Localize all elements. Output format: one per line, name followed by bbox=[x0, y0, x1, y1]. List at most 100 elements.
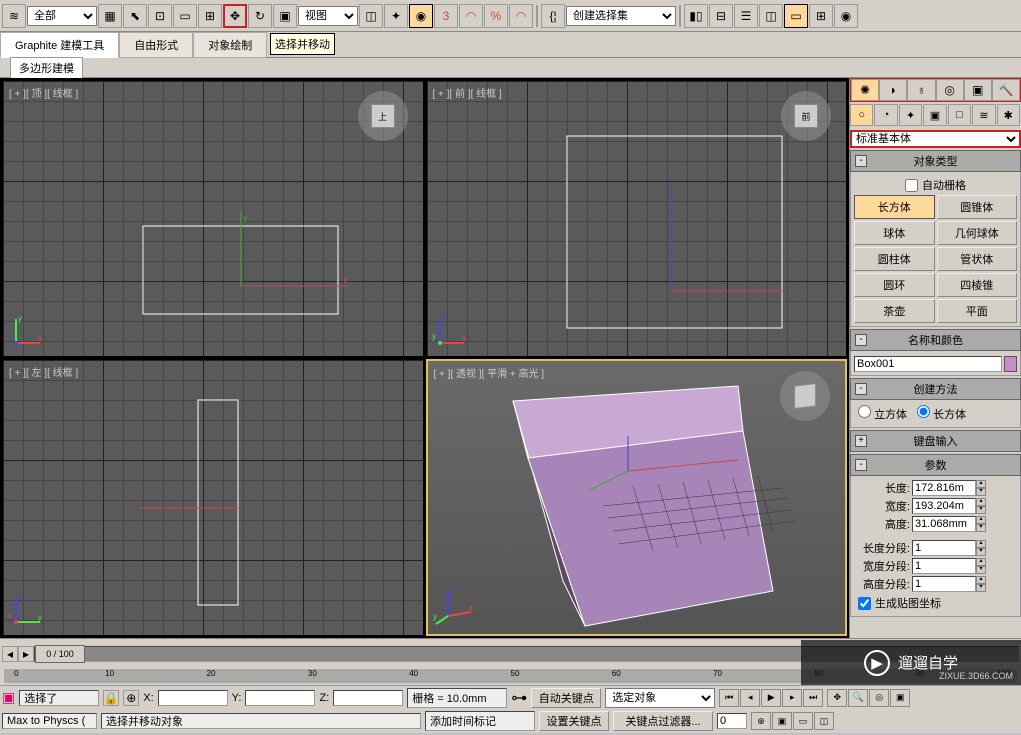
prev-frame-icon[interactable]: ◂ bbox=[740, 689, 760, 707]
geometry-category-dropdown[interactable]: 标准基本体 bbox=[850, 130, 1021, 148]
spinner-snap-icon[interactable]: % bbox=[484, 4, 508, 28]
hseg-spinner[interactable]: ▴▾ bbox=[976, 576, 986, 592]
viewport-top[interactable]: [ + ][ 顶 ][ 线框 ] 上 y x y x z bbox=[2, 80, 424, 357]
object-name-input[interactable] bbox=[854, 356, 1002, 372]
edged-faces-icon[interactable]: ◠ bbox=[509, 4, 533, 28]
shapes-subtab[interactable]: ◔ bbox=[874, 104, 897, 126]
select-scale-button[interactable]: ▣ bbox=[273, 4, 297, 28]
pivot-icon[interactable]: ◫ bbox=[359, 4, 383, 28]
layers-icon[interactable]: ☰ bbox=[734, 4, 758, 28]
viewport-perspective[interactable]: [ + ][ 透视 ][ 平滑 + 高光 ] bbox=[426, 359, 848, 636]
wseg-input[interactable] bbox=[912, 558, 976, 574]
width-spinner[interactable]: ▴▾ bbox=[976, 498, 986, 514]
pan-icon[interactable]: ✥ bbox=[827, 689, 847, 707]
cube-radio-label[interactable]: 立方体 bbox=[858, 405, 907, 422]
hseg-input[interactable] bbox=[912, 576, 976, 592]
viewport-left-label[interactable]: [ + ][ 左 ][ 线框 ] bbox=[9, 364, 78, 379]
viewport-front[interactable]: [ + ][ 前 ][ 线框 ] 前 z x y bbox=[426, 80, 848, 357]
zoom-icon[interactable]: 🔍 bbox=[848, 689, 868, 707]
view-cube-top[interactable]: 上 bbox=[358, 91, 408, 141]
cameras-subtab[interactable]: ▣ bbox=[923, 104, 946, 126]
tab-freeform[interactable]: 自由形式 bbox=[119, 32, 193, 58]
undo-redo-icon[interactable]: ≋ bbox=[2, 4, 26, 28]
width-input[interactable] bbox=[912, 498, 976, 514]
plane-button[interactable]: 平面 bbox=[937, 299, 1018, 323]
length-spinner[interactable]: ▴▾ bbox=[976, 480, 986, 496]
key-target-dropdown[interactable]: 选定对象 bbox=[605, 688, 715, 708]
keyboard-entry-header[interactable]: +键盘输入 bbox=[850, 430, 1021, 452]
manipulate-icon[interactable]: ✦ bbox=[384, 4, 408, 28]
schematic-view-icon[interactable]: ⊞ bbox=[809, 4, 833, 28]
motion-tab[interactable]: ◎ bbox=[936, 79, 964, 101]
length-input[interactable] bbox=[912, 480, 976, 496]
add-time-tag[interactable]: 添加时间标记 bbox=[425, 711, 535, 731]
auto-grid-checkbox[interactable] bbox=[905, 179, 918, 192]
x-input[interactable] bbox=[158, 690, 228, 706]
percent-snap-icon[interactable]: ◠ bbox=[459, 4, 483, 28]
curve-editor-icon[interactable]: ▭ bbox=[784, 4, 808, 28]
current-frame-input[interactable] bbox=[717, 713, 747, 729]
snap-toggle-button[interactable]: ◉ bbox=[409, 4, 433, 28]
gen-coords-checkbox[interactable] bbox=[858, 597, 871, 610]
ref-coord-dropdown[interactable]: 视图 bbox=[298, 6, 358, 26]
object-type-header[interactable]: -对象类型 bbox=[850, 150, 1021, 172]
sphere-button[interactable]: 球体 bbox=[854, 221, 935, 245]
zoom-ext-icon[interactable]: ▣ bbox=[772, 712, 792, 730]
helpers-subtab[interactable]: □ bbox=[948, 104, 971, 126]
material-editor-icon[interactable]: ◉ bbox=[834, 4, 858, 28]
time-slider-handle[interactable]: 0 / 100 bbox=[35, 645, 85, 663]
name-color-header[interactable]: -名称和颜色 bbox=[850, 329, 1021, 351]
modify-tab[interactable]: ◗ bbox=[879, 79, 907, 101]
window-cross-icon[interactable]: ⊞ bbox=[198, 4, 222, 28]
select-name-icon[interactable]: ⊡ bbox=[148, 4, 172, 28]
viewport-top-label[interactable]: [ + ][ 顶 ][ 线框 ] bbox=[9, 85, 78, 100]
set-key-button[interactable]: 设置关键点 bbox=[539, 711, 609, 731]
timeline-next-icon[interactable]: ▸ bbox=[18, 646, 34, 662]
lock-icon[interactable]: 🔒 bbox=[103, 690, 119, 706]
fov-icon[interactable]: ▭ bbox=[793, 712, 813, 730]
wseg-spinner[interactable]: ▴▾ bbox=[976, 558, 986, 574]
orbit-icon[interactable]: ◎ bbox=[869, 689, 889, 707]
named-sel-icon[interactable]: {¦ bbox=[541, 4, 565, 28]
z-input[interactable] bbox=[333, 690, 403, 706]
named-selection-dropdown[interactable]: 创建选择集 bbox=[566, 6, 676, 26]
geometry-subtab[interactable]: ○ bbox=[850, 104, 873, 126]
utilities-tab[interactable]: 🔨 bbox=[992, 79, 1020, 101]
display-tab[interactable]: ▣ bbox=[964, 79, 992, 101]
cylinder-button[interactable]: 圆柱体 bbox=[854, 247, 935, 271]
tab-object-paint[interactable]: 对象绘制 bbox=[193, 32, 267, 58]
play-icon[interactable]: ▶ bbox=[761, 689, 781, 707]
box-radio[interactable] bbox=[917, 405, 930, 418]
mirror-icon[interactable]: ▮▯ bbox=[684, 4, 708, 28]
maxscript-input[interactable] bbox=[2, 713, 97, 729]
height-input[interactable] bbox=[912, 516, 976, 532]
lseg-spinner[interactable]: ▴▾ bbox=[976, 540, 986, 556]
spacewarp-subtab[interactable]: ≋ bbox=[972, 104, 995, 126]
tab-graphite[interactable]: Graphite 建模工具 bbox=[0, 32, 119, 58]
box-radio-label[interactable]: 长方体 bbox=[917, 405, 966, 422]
geosphere-button[interactable]: 几何球体 bbox=[937, 221, 1018, 245]
viewport-front-label[interactable]: [ + ][ 前 ][ 线框 ] bbox=[433, 85, 502, 100]
sub-tab-poly[interactable]: 多边形建模 bbox=[10, 57, 83, 79]
max-toggle-icon[interactable]: ▣ bbox=[890, 689, 910, 707]
create-tab[interactable]: ✺ bbox=[851, 79, 879, 101]
lseg-input[interactable] bbox=[912, 540, 976, 556]
pointer-icon[interactable]: ⬉ bbox=[123, 4, 147, 28]
viewport-persp-label[interactable]: [ + ][ 透视 ][ 平滑 + 高光 ] bbox=[434, 365, 545, 380]
select-rotate-button[interactable]: ↻ bbox=[248, 4, 272, 28]
object-color-swatch[interactable] bbox=[1004, 356, 1017, 372]
torus-button[interactable]: 圆环 bbox=[854, 273, 935, 297]
select-move-button[interactable]: ✥ bbox=[223, 4, 247, 28]
systems-subtab[interactable]: ✱ bbox=[997, 104, 1020, 126]
viewport-left[interactable]: [ + ][ 左 ][ 线框 ] z y x bbox=[2, 359, 424, 636]
y-input[interactable] bbox=[245, 690, 315, 706]
rect-select-icon[interactable]: ▭ bbox=[173, 4, 197, 28]
time-config-icon[interactable]: ⊕ bbox=[751, 712, 771, 730]
tube-button[interactable]: 管状体 bbox=[937, 247, 1018, 271]
cone-button[interactable]: 圆锥体 bbox=[937, 195, 1018, 219]
abs-rel-icon[interactable]: ⊕ bbox=[123, 690, 139, 706]
next-frame-icon[interactable]: ▸ bbox=[782, 689, 802, 707]
min-max-icon[interactable]: ◫ bbox=[814, 712, 834, 730]
height-spinner[interactable]: ▴▾ bbox=[976, 516, 986, 532]
selection-filter-dropdown[interactable]: 全部 bbox=[27, 6, 97, 26]
